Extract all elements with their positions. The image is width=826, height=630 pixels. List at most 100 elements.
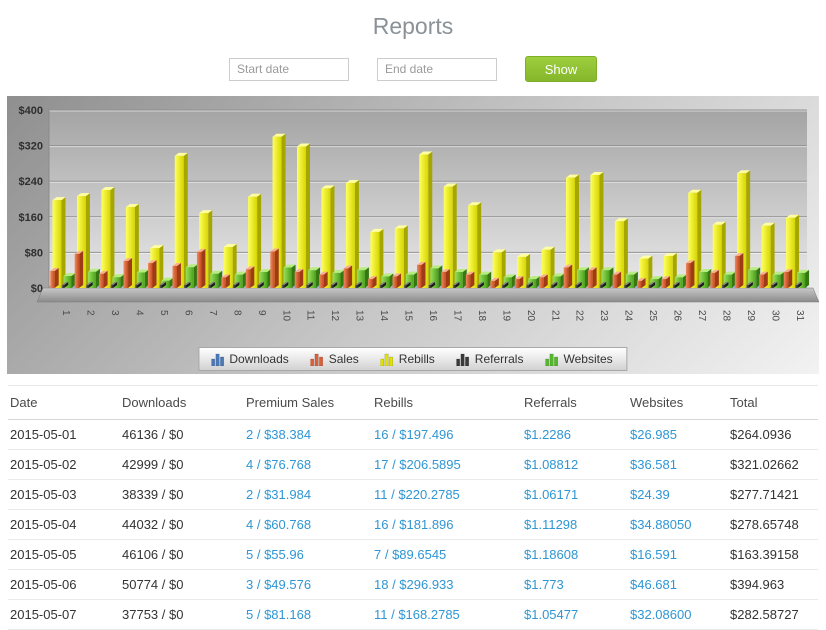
- chart-legend: Downloads Sales Rebills Referrals Websites: [198, 347, 628, 371]
- table-cell: 37753 / $0: [120, 599, 244, 630]
- svg-text:$160: $160: [19, 212, 43, 224]
- table-link-cell[interactable]: $1.2286: [522, 419, 628, 450]
- legend-item-websites[interactable]: Websites: [539, 351, 620, 367]
- svg-text:$400: $400: [19, 105, 43, 117]
- legend-label: Referrals: [474, 352, 524, 366]
- table-link-cell[interactable]: $1.06171: [522, 479, 628, 510]
- legend-item-sales[interactable]: Sales: [305, 351, 375, 367]
- table-link-cell[interactable]: 11 / $168.2785: [372, 599, 522, 630]
- table-link-cell[interactable]: 3 / $49.576: [244, 569, 372, 600]
- revenue-chart: $0 $80 $160 $240 $320 $400 1 2 3 4 5 6 7 8 9 10 11 12 13 14…: [7, 96, 819, 374]
- svg-text:1: 1: [60, 310, 71, 316]
- reports-table: Date Downloads Premium Sales Rebills Referra…: [8, 385, 818, 630]
- svg-text:12: 12: [329, 310, 340, 322]
- svg-text:26: 26: [672, 310, 683, 322]
- svg-text:21: 21: [549, 310, 560, 322]
- show-button[interactable]: Show: [525, 56, 597, 82]
- table-link-cell[interactable]: $16.591: [628, 539, 728, 570]
- table-row: 2015-05-07 37753 / $0 5 / $81.168 11 / $168…: [8, 599, 818, 630]
- svg-text:14: 14: [378, 310, 389, 322]
- svg-text:8: 8: [231, 310, 242, 316]
- table-cell: $264.0936: [728, 419, 818, 450]
- end-date-input[interactable]: [377, 57, 497, 81]
- table-link-cell[interactable]: 17 / $206.5895: [372, 449, 522, 480]
- table-link-cell[interactable]: 5 / $55.96: [244, 539, 372, 570]
- date-filter-bar: Show: [0, 56, 826, 82]
- legend-item-downloads[interactable]: Downloads: [205, 351, 304, 367]
- table-cell: 46136 / $0: [120, 419, 244, 450]
- table-cell: $321.02662: [728, 449, 818, 480]
- table-link-cell[interactable]: $26.985: [628, 419, 728, 450]
- table-link-cell[interactable]: $34.88050: [628, 509, 728, 540]
- table-cell: 38339 / $0: [120, 479, 244, 510]
- legend-sales-bars-icon: [310, 353, 324, 366]
- table-row: 2015-05-02 42999 / $0 4 / $76.768 17 / $206…: [8, 449, 818, 480]
- page-title: Reports: [372, 13, 454, 39]
- svg-text:4: 4: [134, 310, 145, 316]
- table-link-cell[interactable]: 18 / $296.933: [372, 569, 522, 600]
- svg-text:23: 23: [598, 310, 609, 322]
- table-cell: 44032 / $0: [120, 509, 244, 540]
- svg-text:19: 19: [500, 310, 511, 322]
- table-header-cell: Downloads: [120, 385, 244, 420]
- svg-text:17: 17: [451, 310, 462, 322]
- table-row: 2015-05-05 46106 / $0 5 / $55.96 7 / $89.65…: [8, 539, 818, 570]
- table-header-cell: Total: [728, 385, 818, 420]
- table-cell: 2015-05-04: [8, 509, 120, 540]
- svg-text:25: 25: [647, 310, 658, 322]
- svg-text:7: 7: [207, 310, 218, 316]
- svg-text:$80: $80: [25, 247, 43, 259]
- legend-rebills-bars-icon: [380, 353, 394, 366]
- table-row: 2015-05-01 46136 / $0 2 / $38.384 16 / $197…: [8, 419, 818, 450]
- table-cell: 2015-05-05: [8, 539, 120, 570]
- table-header-row: Date Downloads Premium Sales Rebills Referra…: [8, 385, 818, 420]
- revenue-chart-canvas: $0$80$160$240$320$4001 2 3 4 5 6 7 8 9 10 11 12 13 14…: [19, 105, 819, 322]
- svg-text:16: 16: [427, 310, 438, 322]
- start-date-input[interactable]: [229, 57, 349, 81]
- table-link-cell[interactable]: $32.08600: [628, 599, 728, 630]
- svg-text:2: 2: [85, 310, 96, 316]
- table-link-cell[interactable]: $24.39: [628, 479, 728, 510]
- svg-text:24: 24: [623, 310, 634, 322]
- legend-item-rebills[interactable]: Rebills: [375, 351, 451, 367]
- legend-item-referrals[interactable]: Referrals: [451, 351, 540, 367]
- legend-websites-bars-icon: [545, 353, 559, 366]
- table-link-cell[interactable]: 2 / $38.384: [244, 419, 372, 450]
- table-header-cell: Rebills: [372, 385, 522, 420]
- table-cell: 2015-05-02: [8, 449, 120, 480]
- legend-referrals-bars-icon: [456, 353, 470, 366]
- table-link-cell[interactable]: $1.11298: [522, 509, 628, 540]
- svg-text:13: 13: [354, 310, 365, 322]
- table-cell: $394.963: [728, 569, 818, 600]
- table-link-cell[interactable]: 4 / $60.768: [244, 509, 372, 540]
- table-cell: $282.58727: [728, 599, 818, 630]
- table-link-cell[interactable]: $1.05477: [522, 599, 628, 630]
- table-link-cell[interactable]: 2 / $31.984: [244, 479, 372, 510]
- table-header-cell: Websites: [628, 385, 728, 420]
- table-cell: 46106 / $0: [120, 539, 244, 570]
- table-link-cell[interactable]: 11 / $220.2785: [372, 479, 522, 510]
- table-link-cell[interactable]: $1.773: [522, 569, 628, 600]
- table-header-cell: Premium Sales: [244, 385, 372, 420]
- svg-text:10: 10: [280, 310, 291, 322]
- table-link-cell[interactable]: 16 / $197.496: [372, 419, 522, 450]
- svg-text:$320: $320: [19, 141, 43, 153]
- legend-label: Websites: [563, 352, 613, 366]
- table-link-cell[interactable]: $1.08812: [522, 449, 628, 480]
- table-link-cell[interactable]: $1.18608: [522, 539, 628, 570]
- table-header-cell: Referrals: [522, 385, 628, 420]
- table-cell: 2015-05-03: [8, 479, 120, 510]
- svg-text:11: 11: [305, 310, 316, 321]
- table-row: 2015-05-04 44032 / $0 4 / $60.768 16 / $181…: [8, 509, 818, 540]
- table-link-cell[interactable]: $46.681: [628, 569, 728, 600]
- table-cell: 2015-05-06: [8, 569, 120, 600]
- table-link-cell[interactable]: 4 / $76.768: [244, 449, 372, 480]
- svg-text:31: 31: [794, 310, 805, 322]
- svg-text:5: 5: [158, 310, 169, 316]
- table-link-cell[interactable]: 5 / $81.168: [244, 599, 372, 630]
- table-link-cell[interactable]: 16 / $181.896: [372, 509, 522, 540]
- table-row: 2015-05-06 50774 / $0 3 / $49.576 18 / $296…: [8, 569, 818, 600]
- table-link-cell[interactable]: $36.581: [628, 449, 728, 480]
- legend-label: Rebills: [398, 352, 435, 366]
- table-link-cell[interactable]: 7 / $89.6545: [372, 539, 522, 570]
